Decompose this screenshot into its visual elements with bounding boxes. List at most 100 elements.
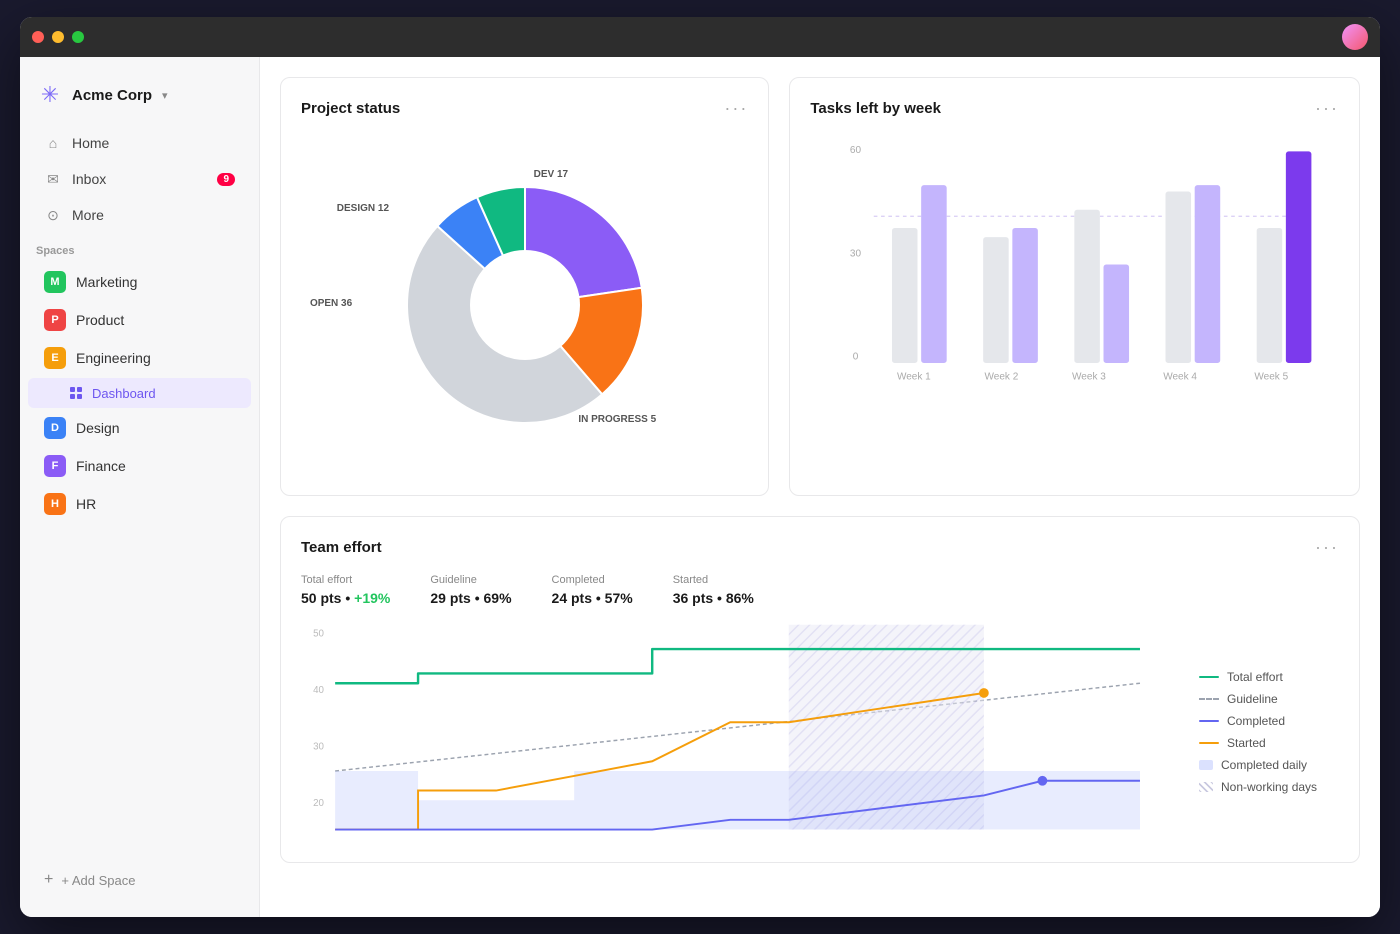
home-icon: ⌂	[44, 134, 62, 152]
nav-inbox[interactable]: ✉ Inbox 9	[28, 162, 251, 196]
svg-text:Week 4: Week 4	[1164, 371, 1198, 382]
team-effort-title: Team effort	[301, 539, 382, 556]
user-avatar[interactable]	[1342, 24, 1368, 50]
space-design-label: Design	[76, 420, 120, 436]
project-status-card: Project status ···	[280, 77, 769, 496]
team-effort-more[interactable]: ···	[1315, 537, 1339, 558]
space-product-label: Product	[76, 312, 124, 328]
titlebar	[20, 17, 1380, 57]
sidebar-header[interactable]: ✳ Acme Corp ▾	[20, 73, 259, 125]
bar-w3-b	[1104, 264, 1130, 362]
svg-text:20: 20	[313, 798, 324, 809]
legend-line-total	[1199, 676, 1219, 678]
space-engineering-label: Engineering	[76, 350, 151, 366]
space-design[interactable]: D Design	[28, 410, 251, 446]
bar-chart-container: 60 30 0	[810, 135, 1339, 475]
add-space-button[interactable]: + + Add Space	[28, 863, 251, 897]
legend-label-started: Started	[1227, 736, 1266, 750]
legend-label-guideline: Guideline	[1227, 692, 1278, 706]
legend-total-effort: Total effort	[1199, 670, 1339, 684]
metric-guideline-label: Guideline	[430, 574, 511, 586]
metric-started-value: 36 pts • 86%	[673, 590, 754, 606]
app-window: ✳ Acme Corp ▾ ⌂ Home ✉ Inbox 9 ⊙ More Sp…	[20, 17, 1380, 917]
legend-label-total: Total effort	[1227, 670, 1283, 684]
pie-chart	[385, 165, 665, 445]
company-chevron: ▾	[162, 89, 168, 102]
metric-started: Started 36 pts • 86%	[673, 574, 754, 606]
project-status-more[interactable]: ···	[724, 98, 748, 119]
space-hr-label: HR	[76, 496, 96, 512]
tasks-header: Tasks left by week ···	[810, 98, 1339, 119]
project-status-title: Project status	[301, 100, 400, 117]
line-chart-area: 50 40 30 20	[301, 622, 1179, 842]
line-chart-svg: 50 40 30 20	[301, 622, 1179, 842]
space-product[interactable]: P Product	[28, 302, 251, 338]
svg-text:Week 3: Week 3	[1072, 371, 1106, 382]
bar-w5-a	[1257, 228, 1283, 363]
nav-more-label: More	[72, 207, 104, 223]
legend-completed: Completed	[1199, 714, 1339, 728]
logo-icon: ✳	[36, 81, 64, 109]
legend-line-completed	[1199, 720, 1219, 722]
legend-rect-completed-daily	[1199, 760, 1213, 770]
inbox-icon: ✉	[44, 170, 62, 188]
space-avatar-marketing: M	[44, 271, 66, 293]
svg-text:40: 40	[313, 685, 324, 696]
nav-inbox-label: Inbox	[72, 171, 106, 187]
space-avatar-engineering: E	[44, 347, 66, 369]
pie-label-design: DESIGN 12	[337, 203, 389, 214]
nav-more[interactable]: ⊙ More	[28, 198, 251, 232]
metric-total-value: 50 pts • +19%	[301, 590, 390, 606]
svg-text:50: 50	[313, 628, 324, 639]
metric-completed-value: 24 pts • 57%	[552, 590, 633, 606]
svg-text:30: 30	[850, 248, 862, 259]
sidebar-bottom: + + Add Space	[20, 859, 259, 901]
metric-started-label: Started	[673, 574, 754, 586]
svg-text:Week 5: Week 5	[1255, 371, 1289, 382]
metric-total: Total effort 50 pts • +19%	[301, 574, 390, 606]
tasks-more[interactable]: ···	[1315, 98, 1339, 119]
charts-row: Project status ···	[280, 77, 1360, 496]
tasks-by-week-card: Tasks left by week ··· 60 30 0	[789, 77, 1360, 496]
bar-w4-a	[1166, 192, 1192, 363]
space-marketing-label: Marketing	[76, 274, 137, 290]
metric-guideline: Guideline 29 pts • 69%	[430, 574, 511, 606]
svg-text:60: 60	[850, 145, 862, 156]
maximize-dot[interactable]	[72, 31, 84, 43]
bar-w4-b	[1195, 185, 1221, 363]
space-hr[interactable]: H HR	[28, 486, 251, 522]
line-chart-wrap: 50 40 30 20	[301, 622, 1339, 842]
svg-text:Week 1: Week 1	[897, 371, 931, 382]
space-engineering[interactable]: E Engineering	[28, 340, 251, 376]
app-body: ✳ Acme Corp ▾ ⌂ Home ✉ Inbox 9 ⊙ More Sp…	[20, 57, 1380, 917]
svg-text:Week 2: Week 2	[985, 371, 1019, 382]
legend-label-completed-daily: Completed daily	[1221, 758, 1307, 772]
project-status-header: Project status ···	[301, 98, 748, 119]
svg-text:30: 30	[313, 742, 324, 753]
dashboard-label: Dashboard	[92, 386, 156, 401]
minimize-dot[interactable]	[52, 31, 64, 43]
main-content: Project status ···	[260, 57, 1380, 917]
space-marketing[interactable]: M Marketing	[28, 264, 251, 300]
space-avatar-product: P	[44, 309, 66, 331]
close-dot[interactable]	[32, 31, 44, 43]
space-avatar-finance: F	[44, 455, 66, 477]
metric-total-label: Total effort	[301, 574, 390, 586]
nav-dashboard[interactable]: Dashboard	[28, 378, 251, 408]
legend-dash-guideline	[1199, 698, 1219, 700]
dashboard-icon	[68, 385, 84, 401]
nav-home[interactable]: ⌂ Home	[28, 126, 251, 160]
pie-label-open: OPEN 36	[310, 298, 352, 309]
add-space-label: + Add Space	[61, 873, 135, 888]
bar-w1-b	[921, 185, 947, 363]
bar-w2-b	[1013, 228, 1039, 363]
legend-completed-daily: Completed daily	[1199, 758, 1339, 772]
more-icon: ⊙	[44, 206, 62, 224]
space-finance[interactable]: F Finance	[28, 448, 251, 484]
space-avatar-hr: H	[44, 493, 66, 515]
spaces-label: Spaces	[20, 233, 259, 263]
legend-label-completed: Completed	[1227, 714, 1285, 728]
metric-completed: Completed 24 pts • 57%	[552, 574, 633, 606]
bar-w2-a	[983, 237, 1009, 363]
logo-star: ✳	[41, 82, 59, 108]
